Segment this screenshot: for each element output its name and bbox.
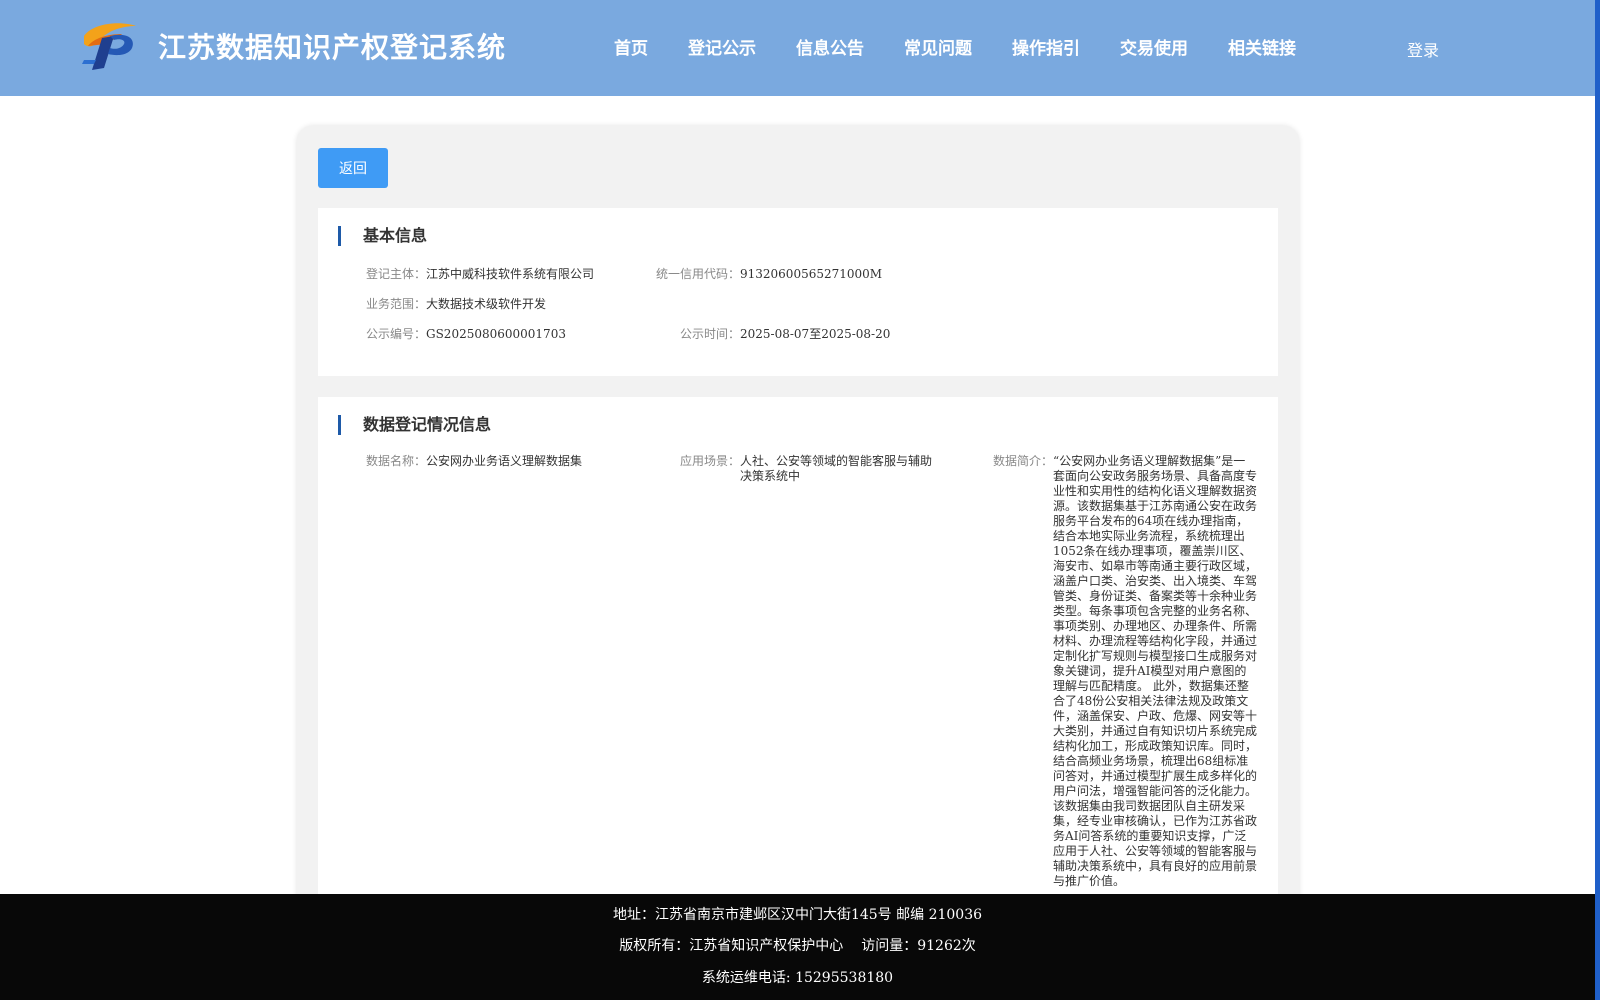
field-value: 人社、公安等领域的智能客服与辅助决策系统中 — [740, 454, 933, 483]
nav-item-home[interactable]: 首页 — [614, 34, 648, 60]
registration-info-section: 数据登记情况信息 数据名称： 公安网办业务语义理解数据集 应用场景： 人社、公安… — [318, 397, 1278, 916]
field-value: 大数据技术级软件开发 — [426, 297, 547, 311]
login-link[interactable]: 登录 — [1407, 37, 1439, 61]
section-title: 基本信息 — [338, 226, 427, 246]
field-value: “公安网办业务语义理解数据集”是一套面向公安政务服务场景、具备高度专业性和实用性… — [1053, 454, 1258, 888]
field-value: 江苏中威科技软件系统有限公司 — [426, 267, 595, 281]
section-title: 数据登记情况信息 — [338, 415, 491, 435]
nav-item-guide[interactable]: 操作指引 — [1012, 34, 1080, 60]
main-nav: 首页 登记公示 信息公告 常见问题 操作指引 交易使用 相关链接 — [614, 34, 1336, 60]
page-footer: 地址：江苏省南京市建邺区汉中门大街145号 邮编 210036 版权所有：江苏省… — [0, 894, 1595, 1000]
footer-phone: 系统运维电话: 15295538180 — [701, 970, 894, 986]
field-registration-subject: 登记主体： 江苏中威科技软件系统有限公司 — [366, 267, 595, 282]
field-data-intro: 数据简介： “公安网办业务语义理解数据集”是一套面向公安政务服务场景、具备高度专… — [993, 454, 1258, 889]
field-notice-time: 公示时间： 2025-08-07至2025-08-20 — [680, 327, 891, 342]
field-application-scenario: 应用场景： 人社、公安等领域的智能客服与辅助决策系统中 — [680, 454, 936, 484]
top-header: 江苏数据知识产权登记系统 首页 登记公示 信息公告 常见问题 操作指引 交易使用… — [0, 0, 1595, 96]
field-label: 登记主体： — [365, 267, 426, 281]
field-label: 公示编号： — [365, 327, 426, 341]
field-value: 2025-08-07至2025-08-20 — [740, 327, 891, 341]
footer-address: 地址：江苏省南京市建邺区汉中门大街145号 邮编 210036 — [612, 907, 983, 923]
field-label: 公示时间： — [679, 327, 740, 341]
field-label: 数据名称： — [365, 454, 426, 468]
page: 江苏数据知识产权登记系统 首页 登记公示 信息公告 常见问题 操作指引 交易使用… — [0, 0, 1600, 1000]
footer-visit-count: 访问量：91262次 — [861, 938, 976, 954]
back-button[interactable]: 返回 — [318, 148, 388, 188]
site-title: 江苏数据知识产权登记系统 — [158, 31, 507, 64]
site-logo-icon[interactable] — [78, 20, 140, 70]
field-label: 应用场景： — [679, 454, 740, 468]
field-value: GS2025080600001703 — [426, 327, 566, 341]
field-credit-code: 统一信用代码： 91320600565271000M — [656, 267, 883, 282]
nav-item-related-links[interactable]: 相关链接 — [1228, 34, 1296, 60]
nav-item-faq[interactable]: 常见问题 — [904, 34, 972, 60]
basic-info-section: 基本信息 登记主体： 江苏中威科技软件系统有限公司 统一信用代码： 913206… — [318, 208, 1278, 376]
field-business-scope: 业务范围： 大数据技术级软件开发 — [366, 297, 547, 312]
nav-item-info-announcement[interactable]: 信息公告 — [796, 34, 864, 60]
footer-copyright: 版权所有：江苏省知识产权保护中心 — [619, 938, 844, 954]
field-label: 业务范围： — [365, 297, 426, 311]
field-value: 91320600565271000M — [740, 267, 883, 281]
field-value: 公安网办业务语义理解数据集 — [426, 454, 583, 468]
field-label: 数据简介： — [992, 454, 1053, 468]
scrollbar[interactable] — [1595, 0, 1600, 1000]
field-label: 统一信用代码： — [655, 267, 740, 281]
nav-item-registration-notice[interactable]: 登记公示 — [688, 34, 756, 60]
detail-card: 返回 基本信息 登记主体： 江苏中威科技软件系统有限公司 统一信用代码： 913… — [297, 126, 1299, 916]
field-data-name: 数据名称： 公安网办业务语义理解数据集 — [366, 454, 583, 469]
field-notice-number: 公示编号： GS2025080600001703 — [366, 327, 566, 342]
nav-item-trading[interactable]: 交易使用 — [1120, 34, 1188, 60]
footer-copyright-line: 版权所有：江苏省知识产权保护中心 访问量：91262次 — [0, 935, 1595, 955]
